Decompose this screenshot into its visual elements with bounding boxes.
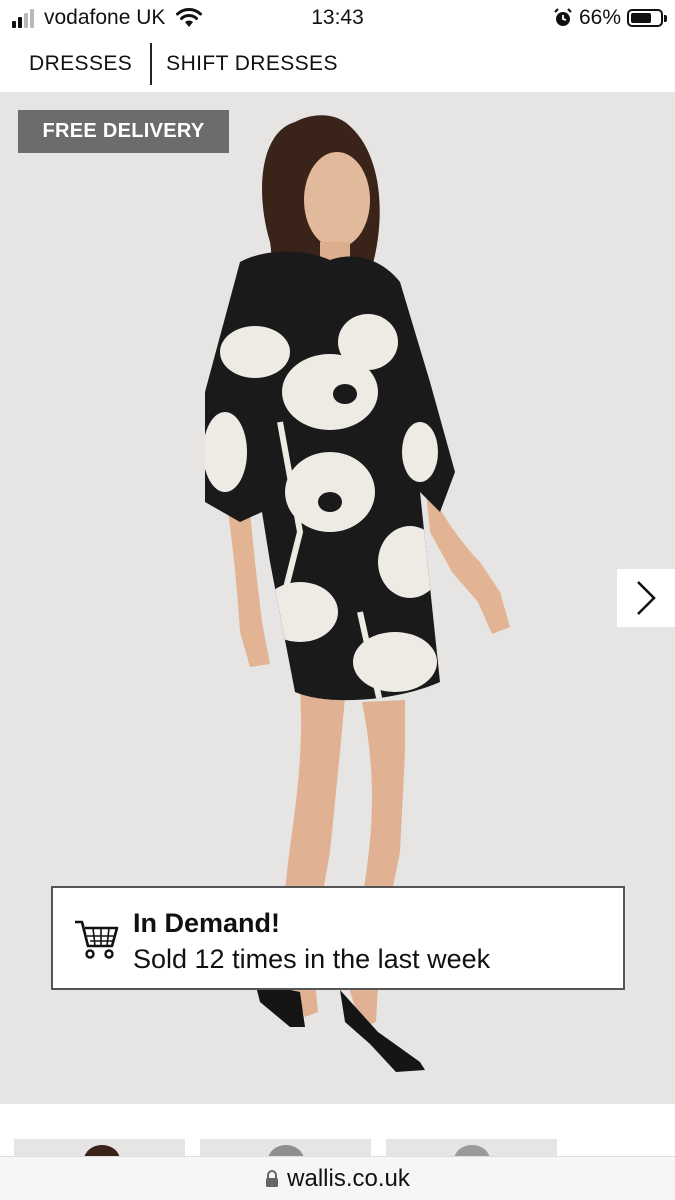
alarm-icon xyxy=(554,8,572,26)
lock-icon xyxy=(266,1169,279,1187)
thumbnail-strip xyxy=(0,1104,675,1156)
thumbnail-3[interactable] xyxy=(386,1139,557,1156)
breadcrumb-separator xyxy=(150,43,153,85)
next-image-button[interactable] xyxy=(617,569,675,627)
breadcrumb: DRESSES SHIFT DRESSES xyxy=(0,36,675,92)
chevron-right-icon xyxy=(637,581,656,615)
product-image[interactable]: FREE DELIVERY In Demand! Sold 12 times i… xyxy=(0,92,675,1104)
cart-icon xyxy=(75,920,119,959)
thumbnail-2[interactable] xyxy=(200,1139,371,1156)
battery-icon xyxy=(627,9,667,27)
status-bar: vodafone UK 13:43 66% xyxy=(0,0,675,36)
browser-url-bar[interactable]: wallis.co.uk xyxy=(0,1156,675,1200)
in-demand-subtitle: Sold 12 times in the last week xyxy=(133,944,491,974)
url-text: wallis.co.uk xyxy=(287,1164,410,1192)
breadcrumb-shift-dresses[interactable]: SHIFT DRESSES xyxy=(166,52,338,76)
in-demand-popup: In Demand! Sold 12 times in the last wee… xyxy=(51,886,625,990)
in-demand-title: In Demand! xyxy=(133,908,281,938)
breadcrumb-dresses[interactable]: DRESSES xyxy=(29,52,132,76)
battery-percent: 66% xyxy=(578,6,621,29)
free-delivery-badge: FREE DELIVERY xyxy=(18,110,229,153)
thumbnail-1[interactable] xyxy=(14,1139,185,1156)
status-right: 66% xyxy=(553,6,667,30)
